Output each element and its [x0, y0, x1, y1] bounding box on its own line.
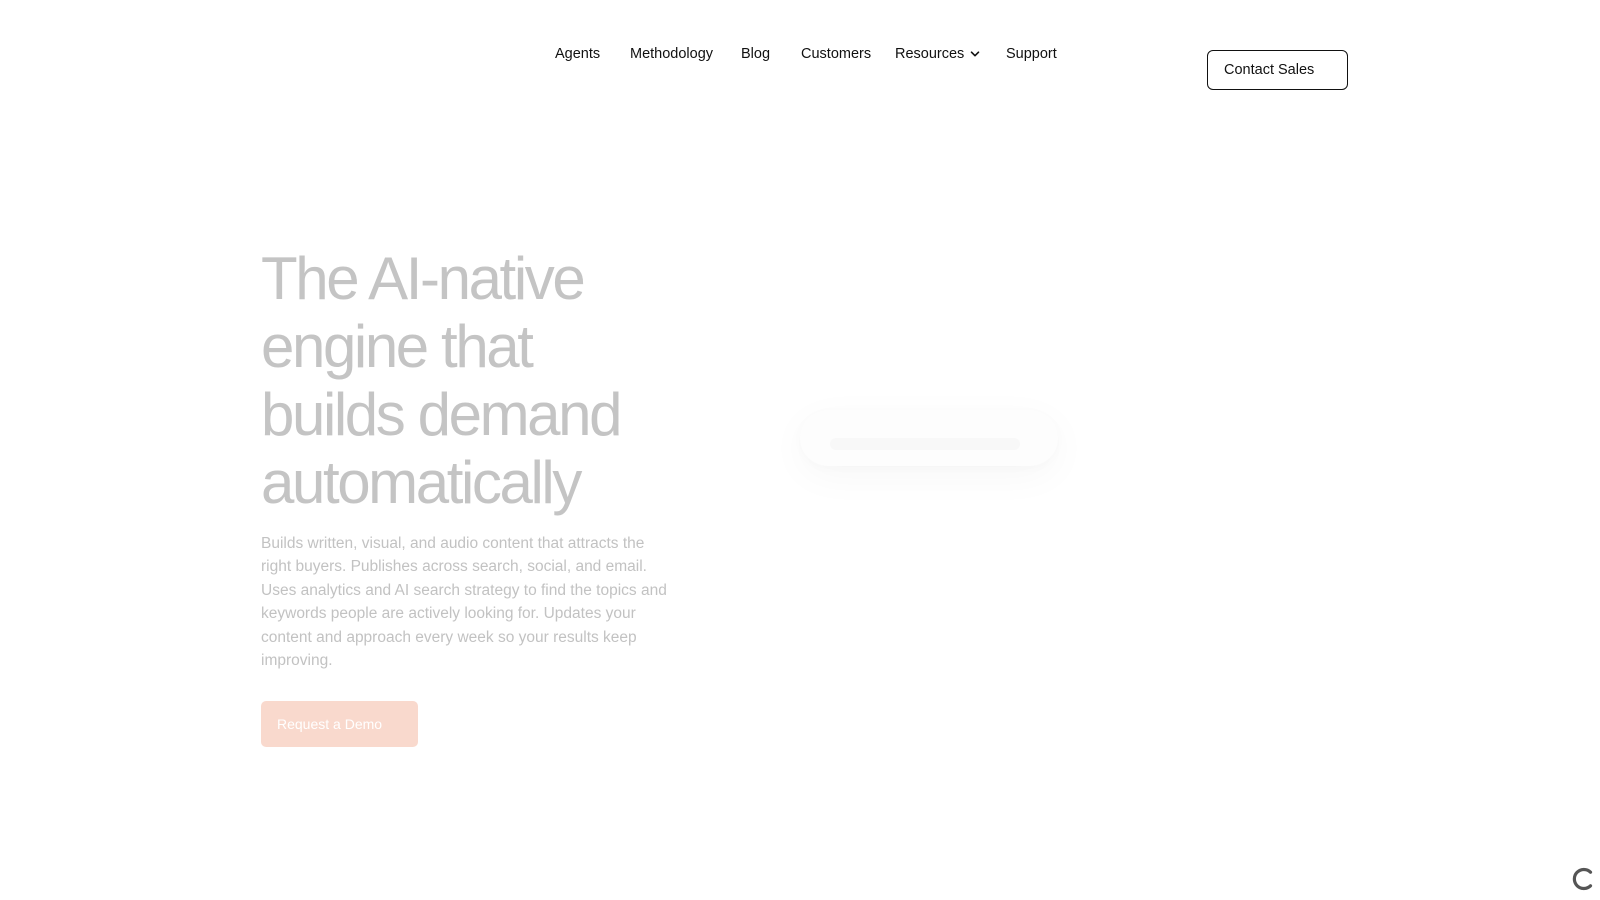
- top-nav: Agents Methodology Blog Customers Resour…: [0, 44, 1600, 64]
- nav-item-blog[interactable]: Blog: [741, 44, 770, 64]
- loading-spinner-icon: [1572, 867, 1593, 891]
- hero-title-line: The AI-native: [261, 245, 586, 312]
- nav-item-resources-label: Resources: [895, 46, 965, 62]
- loading-placeholder-card: [800, 410, 1058, 466]
- chevron-down-icon: [971, 51, 980, 57]
- contact-sales-button[interactable]: Contact Sales: [1207, 50, 1348, 90]
- hero-description: Builds written, visual, and audio conten…: [261, 535, 667, 670]
- hero-title: The AI-native engine that builds demand …: [261, 245, 681, 517]
- page: Agents Methodology Blog Customers Resour…: [0, 0, 1600, 900]
- nav-item-support[interactable]: Support: [1006, 44, 1057, 64]
- nav-item-agents[interactable]: Agents: [555, 44, 600, 64]
- hero-title-line: engine that: [261, 313, 534, 380]
- nav-item-customers[interactable]: Customers: [801, 44, 871, 64]
- hero-title-line: automatically: [261, 449, 582, 516]
- nav-item-resources[interactable]: Resources: [895, 44, 980, 64]
- hero-title-line: builds demand: [261, 381, 622, 448]
- loading-placeholder-line: [830, 438, 1020, 450]
- nav-item-methodology[interactable]: Methodology: [630, 44, 713, 64]
- request-demo-button[interactable]: Request a Demo: [261, 701, 418, 747]
